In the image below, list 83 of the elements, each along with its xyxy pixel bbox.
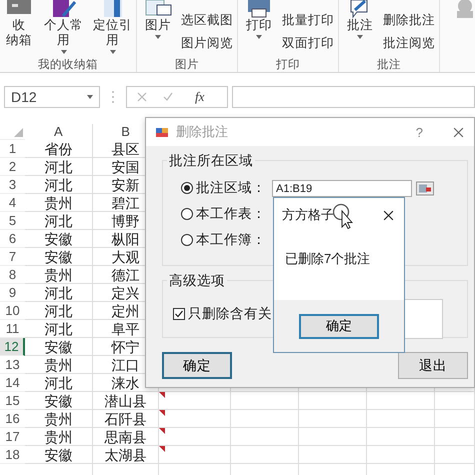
table-cell: 河北 bbox=[25, 374, 93, 392]
row-header[interactable]: 18 bbox=[0, 446, 25, 464]
ribbon-button[interactable]: 选区截图 bbox=[181, 12, 233, 29]
table-cell: 潜山县 bbox=[92, 392, 160, 410]
group-title: 高级选项 bbox=[167, 272, 227, 290]
row-header[interactable]: 8 bbox=[0, 266, 25, 284]
ribbon-button[interactable]: 批量打印 bbox=[282, 12, 334, 29]
ribbon-button[interactable]: 图片阅览 bbox=[181, 35, 233, 52]
table-cell: 贵州 bbox=[25, 266, 93, 284]
row-header[interactable]: 13 bbox=[0, 356, 25, 374]
radio-button[interactable] bbox=[181, 208, 193, 220]
name-box[interactable]: D12 bbox=[4, 86, 100, 108]
table-cell: 河北 bbox=[25, 320, 93, 338]
ok-button[interactable]: 确定 bbox=[299, 314, 379, 338]
row-header[interactable]: 17 bbox=[0, 428, 25, 446]
row-header[interactable]: 3 bbox=[0, 176, 25, 194]
ribbon-button[interactable]: 定位引 用 bbox=[91, 0, 134, 54]
exit-button[interactable]: 退出 bbox=[398, 352, 468, 379]
table-cell: 贵州 bbox=[25, 410, 93, 428]
table-cell: 河北 bbox=[25, 158, 93, 176]
keyword-field[interactable] bbox=[405, 299, 443, 339]
row-header[interactable]: 6 bbox=[0, 230, 25, 248]
group-label: 我的收纳箱 bbox=[38, 58, 98, 72]
table-cell: 石阡县 bbox=[92, 410, 160, 428]
radio-label[interactable]: 本工作表： bbox=[196, 205, 266, 223]
table-cell: 贵州 bbox=[25, 194, 93, 212]
table-cell: 河北 bbox=[25, 302, 93, 320]
close-icon[interactable] bbox=[383, 210, 394, 220]
ok-button[interactable]: 确定 bbox=[162, 352, 232, 379]
radio-button[interactable] bbox=[181, 182, 193, 194]
row-header[interactable]: 12 bbox=[0, 338, 25, 356]
range-select-icon[interactable] bbox=[416, 180, 434, 196]
table-cell: 安徽 bbox=[25, 338, 93, 356]
checkbox-label[interactable]: 只删除含有关 bbox=[188, 305, 272, 323]
ribbon-button[interactable]: 打印 bbox=[242, 0, 276, 39]
row-header[interactable]: 16 bbox=[0, 410, 25, 428]
table-cell: 贵州 bbox=[25, 356, 93, 374]
ribbon-button[interactable]: 双面打印 bbox=[282, 35, 334, 52]
message-text: 已删除7个批注 bbox=[285, 251, 370, 266]
column-header[interactable]: A bbox=[25, 124, 93, 140]
row-header[interactable]: 9 bbox=[0, 284, 25, 302]
ribbon-button[interactable]: 批注 bbox=[343, 0, 377, 39]
help-button[interactable]: ? bbox=[416, 124, 423, 140]
row-header[interactable]: 4 bbox=[0, 194, 25, 212]
ribbon-button[interactable]: 批注阅览 bbox=[383, 35, 435, 52]
ribbon-button[interactable]: 个人常 用 bbox=[42, 0, 85, 54]
row-header[interactable]: 1 bbox=[0, 140, 25, 158]
app-icon bbox=[156, 126, 168, 138]
group-label: 打印 bbox=[276, 58, 300, 72]
insert-function-button[interactable]: fx bbox=[195, 89, 204, 105]
table-cell: 安徽 bbox=[25, 230, 93, 248]
table-cell: 思南县 bbox=[92, 428, 160, 446]
formula-input[interactable] bbox=[232, 86, 475, 108]
row-header[interactable]: 14 bbox=[0, 374, 25, 392]
row-header[interactable]: 15 bbox=[0, 392, 25, 410]
ribbon-button[interactable]: 删除批注 bbox=[383, 12, 435, 29]
radio-button[interactable] bbox=[181, 234, 193, 246]
radio-label[interactable]: 批注区域： bbox=[196, 179, 266, 197]
cursor-icon bbox=[333, 203, 355, 229]
table-cell: 安徽 bbox=[25, 392, 93, 410]
row-header[interactable]: 7 bbox=[0, 248, 25, 266]
group-title: 批注所在区域 bbox=[167, 152, 255, 170]
check-icon[interactable] bbox=[163, 92, 173, 102]
table-cell: 安徽 bbox=[25, 446, 93, 464]
ribbon-button[interactable]: 收 纳箱 bbox=[2, 0, 36, 48]
table-cell: 贵州 bbox=[25, 428, 93, 446]
checkbox[interactable] bbox=[173, 308, 185, 320]
table-cell: 省份 bbox=[25, 140, 93, 158]
table-cell: 太湖县 bbox=[92, 446, 160, 464]
group-label: 图片 bbox=[175, 58, 199, 72]
table-cell: 河北 bbox=[25, 284, 93, 302]
ribbon-button[interactable]: 图片 bbox=[141, 0, 175, 39]
range-field[interactable]: A1:B19 bbox=[272, 180, 412, 196]
radio-label[interactable]: 本工作簿： bbox=[196, 231, 266, 249]
table-cell: 安徽 bbox=[25, 248, 93, 266]
row-header[interactable]: 5 bbox=[0, 212, 25, 230]
group-label: 批注 bbox=[377, 57, 401, 72]
table-cell: 河北 bbox=[25, 212, 93, 230]
message-title: 方方格子 bbox=[282, 206, 335, 224]
table-cell: 河北 bbox=[25, 176, 93, 194]
row-header[interactable]: 2 bbox=[0, 158, 25, 176]
dialog-title: 删除批注 bbox=[176, 123, 228, 141]
row-header[interactable]: 10 bbox=[0, 302, 25, 320]
